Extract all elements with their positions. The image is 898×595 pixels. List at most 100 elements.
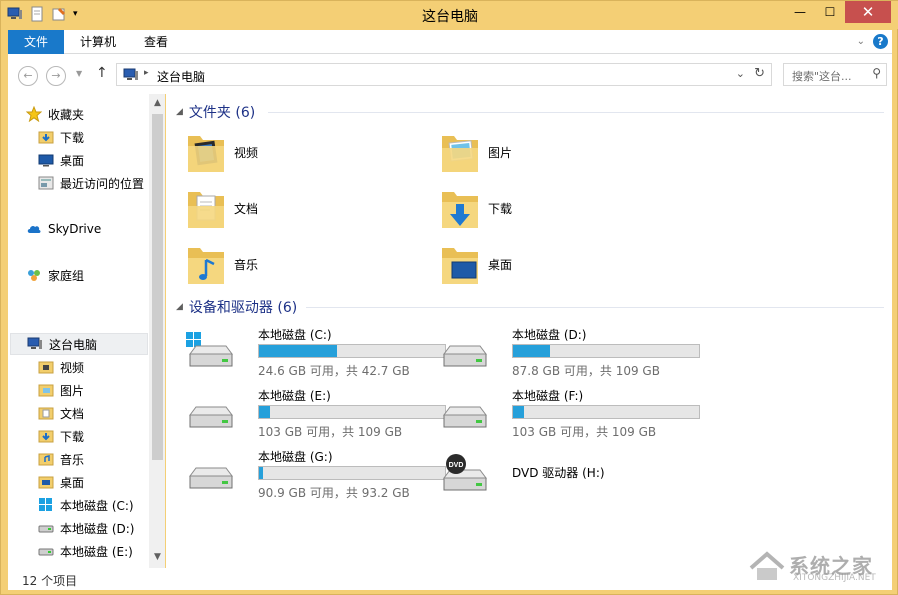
drive-name: 本地磁盘 (D:) (512, 328, 587, 342)
collapse-caret-icon[interactable]: ◢ (176, 107, 183, 117)
breadcrumb-separator-icon[interactable]: ▸ (144, 68, 149, 78)
refresh-icon[interactable]: ↻ (754, 66, 765, 81)
sidebar-item-desktop-pc[interactable]: 桌面 (38, 471, 84, 493)
folder-item-desktop[interactable]: 桌面 (440, 240, 512, 288)
sidebar-item-label: 收藏夹 (48, 107, 85, 122)
hard-drive-icon (443, 345, 487, 367)
drive-space-info: 24.6 GB 可用，共 42.7 GB (258, 364, 410, 378)
documents-folder-icon (38, 407, 54, 420)
breadcrumb-this-pc[interactable]: 这台电脑 (157, 68, 205, 85)
back-button[interactable]: ← (18, 66, 38, 86)
sidebar-item-drive-c[interactable]: 本地磁盘 (C:) (38, 494, 134, 516)
drive-item-h[interactable]: DVD DVD 驱动器 (H:) (440, 448, 690, 506)
folder-item-videos[interactable]: 视频 (186, 128, 258, 176)
computer-icon (123, 68, 138, 80)
dvd-drive-icon: DVD (443, 454, 487, 491)
group-header-label: 设备和驱动器 (6) (188, 300, 298, 316)
drive-usage-bar (258, 344, 446, 358)
folder-item-documents[interactable]: 文档 (186, 184, 258, 232)
collapse-caret-icon[interactable]: ◢ (176, 302, 183, 312)
drive-usage-fill (259, 406, 271, 418)
sidebar-item-label: 音乐 (60, 452, 85, 467)
item-count: 12 个项目 (22, 574, 78, 588)
sidebar-item-this-pc[interactable]: 这台电脑 (10, 333, 148, 355)
drive-usage-bar (512, 405, 700, 419)
close-button[interactable]: ✕ (845, 1, 891, 23)
pictures-folder-icon (38, 384, 54, 397)
sidebar-item-label: 本地磁盘 (C:) (60, 498, 134, 513)
window-title: 这台电脑 (422, 9, 478, 25)
navigation-bar: ← → ▼ ↑ ▸ 这台电脑 ⌄ ↻ 搜索"这台... ⚲ (8, 54, 892, 94)
ribbon-tabs: 文件 计算机 查看 ⌄ ? (8, 30, 892, 54)
sidebar-item-drive-d[interactable]: 本地磁盘 (D:) (38, 517, 134, 539)
drive-name: 本地磁盘 (C:) (258, 328, 332, 342)
drive-item-e[interactable]: 本地磁盘 (E:) 103 GB 可用，共 109 GB (186, 387, 446, 445)
drive-item-f[interactable]: 本地磁盘 (F:) 103 GB 可用，共 109 GB (440, 387, 700, 445)
svg-text:DVD: DVD (449, 462, 464, 469)
tab-view[interactable]: 查看 (130, 30, 182, 54)
title-bar[interactable]: ▾ 这台电脑 — ☐ ✕ (1, 1, 898, 29)
search-icon[interactable]: ⚲ (872, 66, 881, 80)
recent-places-icon (38, 176, 54, 190)
sidebar-item-desktop[interactable]: 桌面 (38, 149, 84, 171)
music-folder-icon (38, 453, 54, 466)
sidebar-item-label: 本地磁盘 (E:) (60, 544, 133, 559)
scrollbar-thumb[interactable] (152, 114, 163, 460)
address-bar[interactable]: ▸ 这台电脑 ⌄ ↻ (116, 63, 772, 86)
up-arrow-icon[interactable]: ↑ (96, 65, 108, 81)
folder-item-downloads[interactable]: 下载 (440, 184, 512, 232)
scroll-down-arrow-icon[interactable]: ▼ (152, 552, 163, 564)
music-folder-icon (188, 248, 224, 284)
recent-locations-chevron-icon[interactable]: ▼ (76, 69, 82, 78)
sidebar-item-drive-e[interactable]: 本地磁盘 (E:) (38, 540, 133, 562)
sidebar-item-videos[interactable]: 视频 (38, 356, 84, 378)
sidebar-item-label: 文档 (60, 406, 85, 421)
sidebar-item-pictures[interactable]: 图片 (38, 379, 84, 401)
navpane-scrollbar[interactable]: ▲ ▼ (149, 94, 165, 568)
drive-item-d[interactable]: 本地磁盘 (D:) 87.8 GB 可用，共 109 GB (440, 326, 700, 384)
sidebar-item-label: 图片 (60, 383, 85, 398)
folders-group-header[interactable]: ◢ 文件夹 (6) (176, 101, 255, 123)
help-icon[interactable]: ? (873, 34, 888, 49)
sidebar-item-homegroup[interactable]: 家庭组 (26, 264, 84, 286)
desktop-folder-icon (442, 248, 478, 284)
tab-computer[interactable]: 计算机 (66, 30, 130, 54)
scroll-up-arrow-icon[interactable]: ▲ (152, 98, 163, 110)
hard-drive-icon (38, 525, 54, 533)
window-controls: — ☐ ✕ (785, 1, 891, 23)
sidebar-item-downloads-pc[interactable]: 下载 (38, 425, 84, 447)
drive-space-info: 103 GB 可用，共 109 GB (512, 425, 657, 439)
drive-item-c[interactable]: 本地磁盘 (C:) 24.6 GB 可用，共 42.7 GB (186, 326, 446, 384)
folder-name: 音乐 (234, 257, 259, 272)
folder-item-pictures[interactable]: 图片 (440, 128, 512, 176)
drive-usage-bar (258, 466, 446, 480)
house-logo-icon (749, 551, 785, 580)
forward-button[interactable]: → (46, 66, 66, 86)
address-dropdown-chevron-icon[interactable]: ⌄ (736, 67, 745, 80)
watermark: 系统之家 XITONGZHIJIA.NET (743, 546, 891, 586)
sidebar-item-documents[interactable]: 文档 (38, 402, 84, 424)
tab-file[interactable]: 文件 (8, 30, 64, 54)
homegroup-icon (28, 270, 40, 281)
sidebar-item-music[interactable]: 音乐 (38, 448, 84, 470)
sidebar-item-skydrive[interactable]: SkyDrive (26, 218, 101, 240)
drive-usage-fill (259, 345, 338, 357)
maximize-button[interactable]: ☐ (815, 1, 845, 23)
expand-ribbon-chevron-icon[interactable]: ⌄ (857, 36, 865, 47)
sidebar-item-label: 桌面 (60, 153, 85, 168)
sidebar-item-favorites[interactable]: 收藏夹 (26, 103, 84, 125)
drive-name: DVD 驱动器 (H:) (512, 466, 605, 480)
folder-item-music[interactable]: 音乐 (186, 240, 258, 288)
desktop-folder-icon (38, 476, 54, 489)
search-input[interactable]: 搜索"这台... ⚲ (783, 63, 887, 86)
sidebar-item-downloads[interactable]: 下载 (38, 126, 84, 148)
sidebar-item-recent-places[interactable]: 最近访问的位置 (38, 172, 144, 194)
content-pane: ◢ 文件夹 (6) 视频 图片 文档 下载 音乐 桌面 ◢ 设备和驱动器 (6)… (166, 94, 892, 568)
drive-name: 本地磁盘 (G:) (258, 450, 333, 464)
drive-item-g[interactable]: 本地磁盘 (G:) 90.9 GB 可用，共 93.2 GB (186, 448, 446, 506)
drives-group-header[interactable]: ◢ 设备和驱动器 (6) (176, 296, 297, 318)
video-folder-icon (188, 136, 224, 172)
minimize-button[interactable]: — (785, 1, 815, 23)
sidebar-item-label: 下载 (60, 130, 85, 145)
sidebar-item-label: 桌面 (60, 475, 85, 490)
